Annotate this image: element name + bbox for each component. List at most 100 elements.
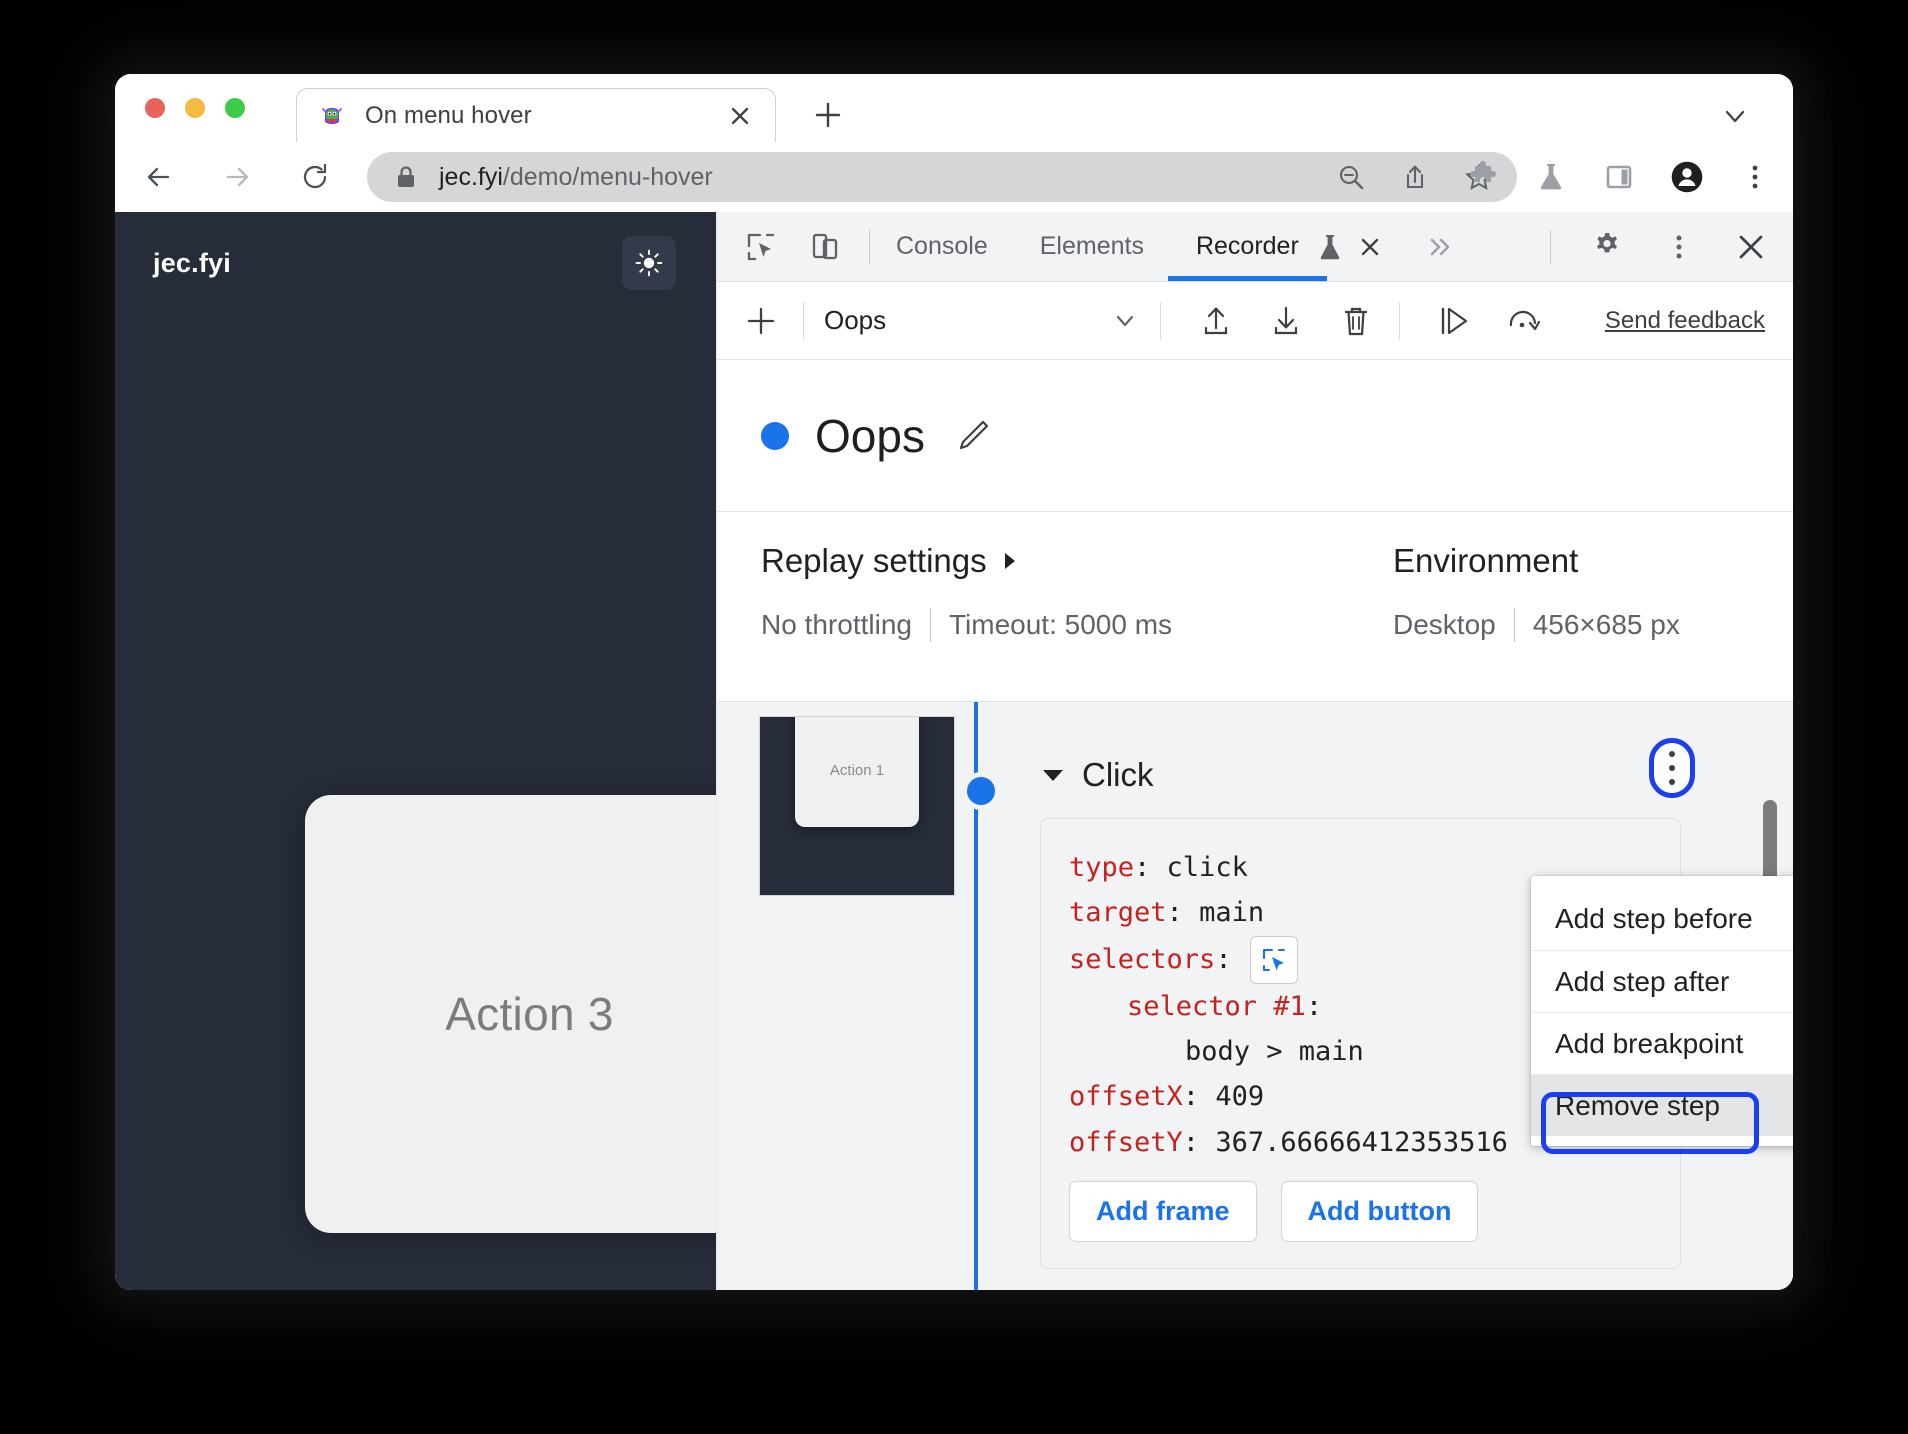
tab-title: On menu hover — [365, 101, 532, 129]
step-over-icon[interactable] — [1432, 298, 1478, 344]
collapse-caret-icon[interactable] — [1040, 765, 1066, 785]
step-name: Click — [1082, 756, 1154, 793]
url-path: /demo/menu-hover — [502, 162, 713, 191]
toolbar-divider — [869, 229, 870, 264]
url-host: jec.fyi — [439, 162, 503, 191]
field-value: main — [1199, 897, 1265, 929]
devtools-close-icon[interactable] — [1729, 225, 1773, 269]
inspect-element-icon[interactable] — [739, 225, 783, 269]
export-icon[interactable] — [1193, 298, 1239, 344]
share-icon[interactable] — [1399, 161, 1431, 193]
devtools-tab-bar: Console Elements Recorder — [717, 212, 1793, 282]
throttling-value: No throttling — [761, 609, 912, 640]
navigation-toolbar: jec.fyi/demo/menu-hover — [115, 142, 1793, 212]
toolbar-divider — [803, 301, 804, 340]
close-recorder-tab-icon[interactable] — [1357, 234, 1383, 260]
labs-flask-icon[interactable] — [1533, 159, 1569, 195]
chevron-down-icon — [1110, 306, 1140, 336]
toolbar-divider — [1160, 301, 1161, 340]
maximize-window-button[interactable] — [225, 98, 245, 118]
site-title: jec.fyi — [153, 248, 231, 278]
forward-arrow-icon[interactable] — [213, 153, 261, 201]
recording-select-label: Oops — [824, 305, 887, 335]
step-context-menu: Add step before Add step after Add break… — [1531, 876, 1793, 1146]
environment-size-value: 456×685 px — [1532, 609, 1680, 640]
profile-avatar-icon[interactable] — [1669, 159, 1705, 195]
screenshot-column: Action 1 — [717, 702, 972, 1290]
add-button-button[interactable]: Add button — [1280, 1181, 1479, 1243]
value-divider — [1513, 608, 1515, 642]
action-card[interactable]: Action 3 — [305, 795, 716, 1233]
side-panel-icon[interactable] — [1601, 159, 1637, 195]
environment-device-value: Desktop — [1393, 609, 1496, 640]
sun-icon[interactable] — [622, 236, 676, 290]
expand-caret-icon — [1001, 549, 1019, 573]
device-toolbar-icon[interactable] — [803, 225, 847, 269]
step-action-buttons: Add frame Add button — [1069, 1181, 1652, 1243]
add-frame-button[interactable]: Add frame — [1069, 1181, 1257, 1243]
monster-favicon — [319, 103, 345, 129]
recording-header: Oops Pe — [717, 360, 1793, 512]
environment-values: Desktop 456×685 px — [1393, 608, 1680, 642]
timeout-value: Timeout: 5000 ms — [948, 609, 1173, 640]
tab-elements[interactable]: Elements — [1036, 212, 1148, 281]
selector-picker-icon[interactable] — [1249, 935, 1298, 984]
recording-title: Oops — [815, 409, 925, 462]
browser-action-icons — [1465, 159, 1773, 195]
new-tab-button[interactable] — [807, 94, 849, 136]
page-viewport: jec.fyi Action 3 — [115, 212, 716, 1290]
extensions-puzzle-icon[interactable] — [1465, 159, 1501, 195]
zoom-out-icon[interactable] — [1335, 161, 1367, 193]
send-feedback-link[interactable]: Send feedback — [1605, 307, 1765, 335]
field-key: selector #1 — [1127, 990, 1306, 1022]
toolbar-divider — [1399, 301, 1400, 340]
right-divider — [1550, 229, 1551, 264]
replay-speed-icon[interactable] — [1502, 298, 1548, 344]
action-card-label: Action 3 — [445, 988, 614, 1040]
step-screenshot[interactable]: Action 1 — [759, 716, 955, 896]
experimental-flask-icon — [1317, 232, 1343, 262]
menu-item-add-step-after[interactable]: Add step after — [1531, 950, 1793, 1012]
close-window-button[interactable] — [145, 98, 165, 118]
window-controls — [145, 98, 245, 118]
devtools-right-icons — [1550, 225, 1773, 269]
screenshot-card-label: Action 1 — [829, 762, 885, 779]
tab-recorder[interactable]: Recorder — [1167, 212, 1327, 281]
menu-item-add-breakpoint[interactable]: Add breakpoint — [1531, 1012, 1793, 1074]
replay-settings-values: No throttling Timeout: 5000 ms — [761, 608, 1172, 642]
minimize-window-button[interactable] — [185, 98, 205, 118]
screenshot-card: Action 1 — [795, 717, 919, 827]
settings-gear-icon[interactable] — [1585, 225, 1629, 269]
tab-strip: On menu hover — [115, 74, 1793, 142]
field-key: target — [1069, 897, 1167, 929]
lock-icon[interactable] — [393, 163, 419, 191]
environment-header: Environment — [1393, 542, 1579, 579]
field-key: type — [1069, 852, 1135, 883]
field-value: 409 — [1215, 1081, 1265, 1113]
devtools-menu-icon[interactable] — [1657, 225, 1701, 269]
tab-console[interactable]: Console — [892, 212, 992, 281]
browser-window: On menu hover jec.fyi/demo/menu-hover je… — [115, 74, 1793, 1290]
replay-settings-label: Replay settings — [761, 542, 987, 579]
step-menu-kebab-icon[interactable] — [1649, 738, 1695, 798]
value-divider — [929, 608, 931, 642]
reload-icon[interactable] — [291, 153, 339, 201]
delete-icon[interactable] — [1333, 298, 1379, 344]
more-tabs-icon[interactable] — [1425, 234, 1455, 260]
recording-select[interactable]: Oops — [824, 296, 1140, 346]
replay-settings-header[interactable]: Replay settings — [761, 542, 1019, 580]
tab-search-chevron-icon[interactable] — [1715, 96, 1755, 136]
import-icon[interactable] — [1263, 298, 1309, 344]
menu-item-add-step-before[interactable]: Add step before — [1531, 888, 1793, 950]
back-arrow-icon[interactable] — [135, 153, 183, 201]
chrome-menu-icon[interactable] — [1737, 159, 1773, 195]
browser-tab[interactable]: On menu hover — [296, 88, 776, 142]
address-bar[interactable]: jec.fyi/demo/menu-hover — [367, 152, 1517, 202]
add-recording-icon[interactable] — [739, 299, 783, 343]
recorder-toolbar: Oops Send feedback — [717, 282, 1793, 360]
tab-close-icon[interactable] — [727, 103, 753, 129]
settings-block: Replay settings No throttling Timeout: 5… — [717, 512, 1793, 702]
field-key: selectors — [1069, 944, 1216, 976]
menu-item-remove-step[interactable]: Remove step — [1531, 1074, 1793, 1136]
pencil-icon[interactable] — [953, 416, 993, 456]
